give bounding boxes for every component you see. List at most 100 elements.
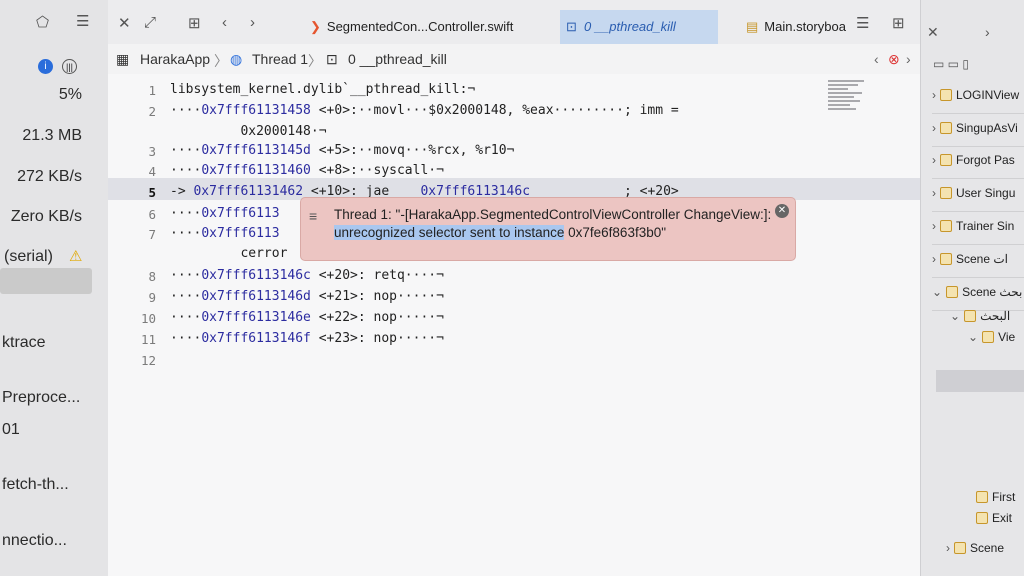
outline-item[interactable]: ⌄ Scene بحث [932, 285, 1022, 299]
debug-navigator: ⬠ ☰ i ||| 5% 21.3 MB 272 KB/s Zero KB/s … [0, 0, 109, 576]
selected-outline-row[interactable] [936, 370, 1024, 392]
close-icon[interactable]: ✕ [927, 24, 939, 41]
breadcrumb-frame[interactable]: 0 __pthread_kill [348, 51, 447, 67]
line-number[interactable]: 3 [108, 144, 156, 159]
outline-item[interactable]: ⌄ البحث [950, 309, 1010, 323]
line-number[interactable]: 8 [108, 269, 156, 284]
close-icon[interactable]: ✕ [775, 204, 789, 218]
disclosure-icon[interactable]: ⌄ [932, 285, 942, 299]
scene-icon [946, 286, 959, 298]
line-number[interactable]: 11 [108, 332, 156, 347]
disclosure-icon[interactable]: › [932, 121, 936, 135]
outline-item[interactable]: First [976, 490, 1015, 504]
outline-label: Scene [970, 541, 1005, 555]
disclosure-icon[interactable]: › [932, 252, 936, 266]
threads-icon[interactable]: ||| [62, 59, 77, 74]
disclosure-icon[interactable]: › [932, 88, 936, 102]
list-item[interactable]: 01 [2, 421, 20, 439]
scene-icon [964, 310, 977, 322]
breadcrumb-thread[interactable]: Thread 1 [252, 51, 308, 67]
disclosure-icon[interactable]: › [946, 541, 950, 555]
code-editor[interactable]: 1 libsystem_kernel.dylib`__pthread_kill:¬… [108, 74, 920, 576]
error-icon[interactable]: ⊗ [888, 51, 900, 68]
outline-item[interactable]: › Trainer Sin [932, 219, 1014, 233]
line-number[interactable]: 4 [108, 164, 156, 179]
grid-icon[interactable]: ⊞ [188, 14, 201, 32]
outline-item[interactable]: › User Singu [932, 186, 1015, 200]
code-line[interactable]: ····0x7fff6113146c <+20>: retq····¬ [170, 268, 444, 283]
error-annotation[interactable]: ≡ Thread 1: "-[HarakaApp.SegmentedContro… [300, 197, 796, 261]
disclosure-icon[interactable]: › [932, 186, 936, 200]
scene-icon [976, 512, 988, 524]
outline-label: First [992, 490, 1016, 504]
list-item[interactable]: fetch-th... [2, 476, 69, 494]
disclosure-icon[interactable]: ⌄ [968, 330, 978, 344]
divider [932, 244, 1024, 245]
outline-item[interactable]: › Scene ات [932, 252, 1008, 266]
list-item[interactable]: Preproce... [2, 389, 80, 407]
disclosure-icon[interactable]: › [932, 219, 936, 233]
code-line[interactable]: ····0x7fff6113146f <+23>: nop·····¬ [170, 331, 444, 346]
tab-swift-file[interactable]: ❯ SegmentedCon...Controller.swift [304, 10, 564, 44]
tab-label: SegmentedCon...Controller.swift [326, 19, 514, 34]
outline-item[interactable]: Exit [976, 511, 1012, 525]
outline-item[interactable]: › LOGINView [932, 88, 1019, 102]
info-icon[interactable]: i [38, 59, 53, 74]
line-number[interactable]: 7 [108, 227, 156, 242]
code-line[interactable]: libsystem_kernel.dylib`__pthread_kill:¬ [170, 82, 475, 97]
add-editor-icon[interactable]: ⊞ [892, 14, 905, 32]
line-number[interactable]: 1 [108, 83, 156, 98]
tag-icon[interactable]: ⬠ [36, 13, 49, 31]
code-line[interactable]: 0x2000148·¬ [170, 124, 326, 139]
line-number[interactable]: 10 [108, 311, 156, 326]
code-line[interactable]: ····0x7fff6113 [170, 206, 280, 221]
tab-label: 0 __pthread_kill [584, 19, 676, 34]
line-number[interactable]: 12 [108, 353, 156, 368]
outline-label: Scene بحث [962, 285, 1023, 299]
close-icon[interactable]: ✕ [118, 14, 131, 32]
menu-icon[interactable]: ≡ [309, 208, 317, 224]
code-line[interactable]: ····0x7fff6113146e <+22>: nop·····¬ [170, 310, 444, 325]
chevron-left-icon[interactable]: ‹ [222, 14, 227, 31]
line-number[interactable]: 6 [108, 207, 156, 222]
scene-icon [976, 491, 988, 503]
code-line[interactable]: cerror [170, 246, 287, 261]
app-icon: ▦ [116, 51, 130, 67]
list-item[interactable]: ktrace [2, 334, 46, 352]
outline-label: البحث [980, 309, 1011, 323]
warning-icon: ⚠ [69, 248, 83, 265]
tab-pthread-kill[interactable]: ⊡ 0 __pthread_kill [560, 10, 718, 44]
list-item[interactable]: nnectio... [2, 532, 67, 550]
outline-item[interactable]: › Scene [946, 541, 1004, 555]
breadcrumb-project[interactable]: HarakaApp [140, 51, 210, 67]
error-message: Thread 1: "-[HarakaApp.SegmentedControlV… [334, 206, 774, 241]
outline-item[interactable]: › Forgot Pas [932, 153, 1015, 167]
tab-storyboard[interactable]: ▤ Main.storyboa [746, 10, 846, 44]
code-line[interactable]: ····0x7fff6113146d <+21>: nop·····¬ [170, 289, 444, 304]
code-line[interactable]: ····0x7fff6113145d <+5>:··movq···%rcx, %… [170, 143, 514, 158]
code-line[interactable]: ····0x7fff61131458 <+0>:··movl···$0x2000… [170, 103, 679, 118]
scene-icon [940, 89, 952, 101]
minimap[interactable] [828, 80, 868, 130]
chevron-right-icon[interactable]: › [985, 24, 990, 40]
divider [932, 277, 1024, 278]
selected-row[interactable] [0, 268, 92, 294]
divider [932, 178, 1024, 179]
list-icon[interactable]: ☰ [76, 12, 89, 30]
scene-icon [940, 154, 952, 166]
chevron-right-icon[interactable]: › [250, 14, 255, 31]
disclosure-icon[interactable]: ⌄ [950, 309, 960, 323]
line-number[interactable]: 9 [108, 290, 156, 305]
code-line[interactable]: ····0x7fff6113 [170, 226, 280, 241]
code-line[interactable]: ····0x7fff61131460 <+8>:··syscall·¬ [170, 163, 444, 178]
line-number[interactable]: 5 [108, 185, 156, 200]
outline-item[interactable]: › SingupAsVi [932, 121, 1018, 135]
lines-icon[interactable]: ☰ [856, 14, 869, 32]
outline-item[interactable]: ⌄ Vie [968, 330, 1015, 344]
queue-label: (serial) [4, 248, 53, 265]
chevron-right-icon[interactable]: › [906, 51, 911, 67]
expand-icon[interactable]: ⤢ [144, 14, 156, 31]
chevron-left-icon[interactable]: ‹ [874, 51, 879, 67]
disclosure-icon[interactable]: › [932, 153, 936, 167]
line-number[interactable]: 2 [108, 104, 156, 119]
